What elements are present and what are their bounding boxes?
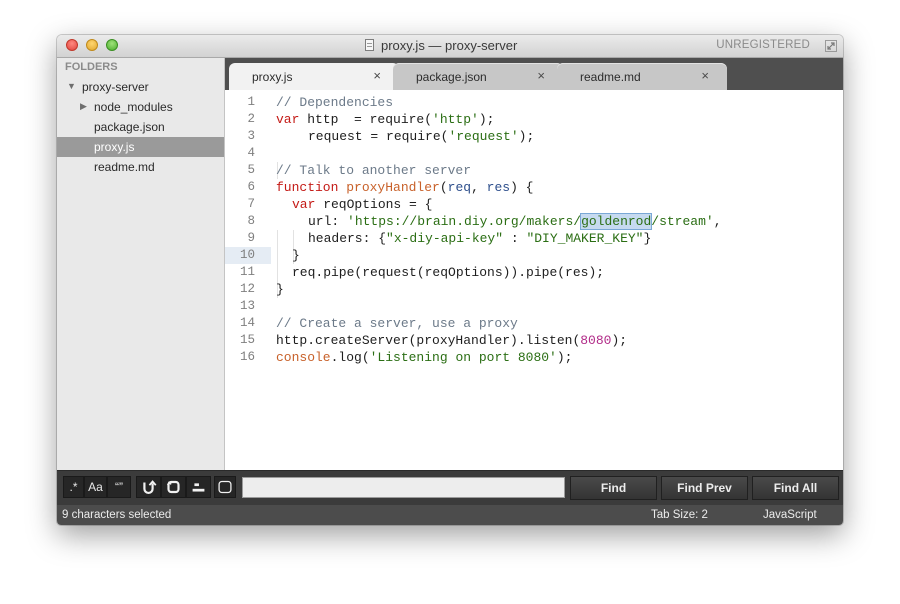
line-number: 7 [247, 197, 255, 211]
sidebar-item-proxy-js[interactable]: proxy.js [57, 137, 224, 157]
tab-label: readme.md [580, 70, 641, 84]
code-editor[interactable]: 1 2 3 4 5 6 7 8 9 10 11 12 13 14 15 16 /… [225, 90, 843, 470]
code-line: console.log('Listening on port 8080'); [276, 350, 573, 365]
code-line: // Create a server, use a proxy [276, 316, 518, 331]
tab-size-selector[interactable]: Tab Size: 2 [651, 509, 708, 521]
find-input[interactable] [242, 477, 565, 498]
code-line: var reqOptions = { [292, 197, 433, 212]
unregistered-label: UNREGISTERED [716, 39, 810, 51]
sidebar-item-package-json[interactable]: package.json [57, 117, 224, 137]
sidebar-item-label: package.json [94, 120, 165, 134]
tab-package-json[interactable]: package.json × [393, 63, 563, 90]
code-line: function proxyHandler(req, res) { [276, 180, 534, 195]
show-context-toggle[interactable] [214, 476, 236, 498]
tab-label: proxy.js [252, 70, 293, 84]
line-number: 10 [239, 248, 255, 262]
document-icon [365, 39, 374, 51]
line-number: 12 [239, 282, 255, 296]
selection-status: 9 characters selected [62, 509, 172, 521]
code-line: // Dependencies [276, 95, 394, 110]
find-prev-button[interactable]: Find Prev [661, 476, 748, 500]
code-line: req.pipe(request(reqOptions)).pipe(res); [292, 265, 605, 280]
sidebar-item-label: proxy.js [94, 140, 135, 154]
find-button[interactable]: Find [570, 476, 657, 500]
editor-window: proxy.js — proxy-server UNREGISTERED FOL… [57, 35, 843, 525]
tab-label: package.json [416, 70, 487, 84]
code-line: } [292, 248, 300, 263]
code-line: } [276, 282, 284, 297]
disclosure-triangle-icon[interactable]: ▶ [80, 101, 87, 112]
syntax-selector[interactable]: JavaScript [763, 509, 817, 521]
line-number: 9 [247, 231, 255, 245]
indent-guide [277, 264, 278, 281]
code-line: // Talk to another server [276, 163, 472, 178]
line-number: 16 [239, 350, 255, 364]
line-number: 3 [247, 129, 255, 143]
close-icon[interactable]: × [373, 68, 381, 83]
close-window-icon[interactable] [66, 39, 78, 51]
tab-readme-md[interactable]: readme.md × [557, 63, 727, 90]
find-all-button[interactable]: Find All [752, 476, 839, 500]
folders-heading: FOLDERS [65, 61, 118, 73]
sidebar-item-node-modules[interactable]: ▶ node_modules [57, 97, 224, 117]
title-bar[interactable]: proxy.js — proxy-server UNREGISTERED [57, 35, 843, 58]
wrap-toggle[interactable] [136, 476, 161, 498]
disclosure-triangle-icon[interactable]: ▼ [67, 81, 76, 91]
status-bar: 9 characters selected Tab Size: 2 JavaSc… [57, 505, 843, 525]
code-line: request = require('request'); [308, 129, 535, 144]
tab-bar: proxy.js × package.json × readme.md × [225, 58, 843, 90]
code-line: http.createServer(proxyHandler).listen(8… [276, 333, 628, 348]
sidebar-item-label: readme.md [94, 160, 155, 174]
sidebar-item-proxy-server[interactable]: ▼ proxy-server [57, 77, 224, 97]
sidebar-item-readme-md[interactable]: readme.md [57, 157, 224, 177]
line-number: 4 [247, 146, 255, 160]
regex-toggle[interactable]: .* [63, 476, 84, 498]
whole-word-toggle[interactable]: “” [107, 476, 131, 498]
line-number: 8 [247, 214, 255, 228]
code-line: var http = require('http'); [276, 112, 495, 127]
close-icon[interactable]: × [537, 68, 545, 83]
line-number: 2 [247, 112, 255, 126]
line-number-gutter: 1 2 3 4 5 6 7 8 9 10 11 12 13 14 15 16 [225, 90, 263, 470]
fullscreen-arrows-icon[interactable] [825, 40, 837, 52]
code-line-current: url: 'https://brain.diy.org/makers/golde… [308, 213, 722, 230]
line-number: 11 [239, 265, 255, 279]
line-number: 6 [247, 180, 255, 194]
find-panel: .* Aa “” Find Find Prev Find All [57, 470, 843, 505]
code-line: headers: {"x-diy-api-key" : "DIY_MAKER_K… [308, 231, 652, 246]
zoom-window-icon[interactable] [106, 39, 118, 51]
selected-text: goldenrod [580, 213, 653, 230]
indent-guide [277, 230, 278, 247]
sidebar: FOLDERS ▼ proxy-server ▶ node_modules pa… [57, 58, 225, 470]
close-icon[interactable]: × [701, 68, 709, 83]
line-number: 1 [247, 95, 255, 109]
minimize-window-icon[interactable] [86, 39, 98, 51]
case-sensitive-toggle[interactable]: Aa [84, 476, 107, 498]
sidebar-item-label: proxy-server [82, 80, 149, 94]
line-number: 13 [239, 299, 255, 313]
indent-guide [277, 247, 278, 264]
in-selection-toggle[interactable] [161, 476, 186, 498]
indent-guide [293, 230, 294, 247]
tab-proxy-js[interactable]: proxy.js × [229, 63, 399, 90]
line-number: 5 [247, 163, 255, 177]
highlight-matches-toggle[interactable] [186, 476, 211, 498]
sidebar-item-label: node_modules [94, 100, 173, 114]
line-number: 15 [239, 333, 255, 347]
line-number: 14 [239, 316, 255, 330]
